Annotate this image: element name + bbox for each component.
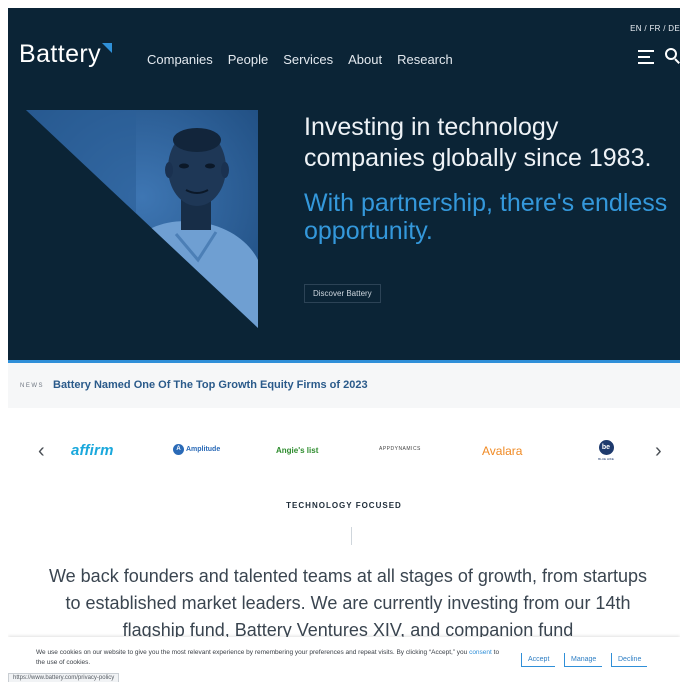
accept-cookies-button[interactable]: Accept xyxy=(521,653,556,667)
logo-blue-hike[interactable]: be BLUE HIKE xyxy=(594,440,618,461)
search-icon[interactable] xyxy=(665,48,680,64)
section-divider xyxy=(351,527,352,545)
hamburger-menu-icon[interactable] xyxy=(638,50,654,64)
main-nav: Companies People Services About Research xyxy=(147,52,453,67)
nav-companies[interactable]: Companies xyxy=(147,52,213,67)
nav-about[interactable]: About xyxy=(348,52,382,67)
cookie-text-start: We use cookies on our website to give yo… xyxy=(36,649,470,656)
chevron-right-icon[interactable]: › xyxy=(655,441,662,461)
decline-cookies-button[interactable]: Decline xyxy=(611,653,648,667)
nav-services[interactable]: Services xyxy=(283,52,333,67)
logo-mark-icon xyxy=(102,43,112,53)
status-bar-url: https://www.battery.com/privacy-policy xyxy=(8,673,120,682)
logo-avalara[interactable]: Avalara xyxy=(482,444,522,458)
news-headline-link[interactable]: Battery Named One Of The Top Growth Equi… xyxy=(53,379,368,391)
section-eyebrow: TECHNOLOGY FOCUSED xyxy=(286,501,402,510)
hero-portrait-image xyxy=(26,110,258,328)
logo-affirm[interactable]: affirm xyxy=(71,442,114,459)
hero-subline: With partnership, there's endless opport… xyxy=(304,189,668,245)
mission-statement: We back founders and talented teams at a… xyxy=(49,566,647,640)
discover-battery-button[interactable]: Discover Battery xyxy=(304,284,381,303)
manage-cookies-button[interactable]: Manage xyxy=(564,653,603,667)
amplitude-icon: A xyxy=(173,444,184,455)
logo-amplitude-text: Amplitude xyxy=(186,446,221,453)
portfolio-logo-carousel: ‹ affirm A Amplitude Angie's list APPDYN… xyxy=(8,408,680,498)
logo-angies-list[interactable]: Angie's list xyxy=(276,446,318,455)
blue-hike-caption: BLUE HIKE xyxy=(598,457,614,461)
chevron-left-icon[interactable]: ‹ xyxy=(38,441,45,461)
language-switcher[interactable]: EN / FR / DE xyxy=(630,24,680,33)
nav-people[interactable]: People xyxy=(228,52,268,67)
news-banner: NEWS Battery Named One Of The Top Growth… xyxy=(8,360,680,408)
logo-appdynamics[interactable]: APPDYNAMICS xyxy=(379,446,421,452)
consent-link[interactable]: consent xyxy=(469,649,492,656)
battery-logo[interactable]: Battery xyxy=(19,40,112,69)
hero-headline: Investing in technology companies global… xyxy=(304,113,652,172)
page: EN / FR / DE Battery Companies People Se… xyxy=(8,8,680,682)
logo-text: Battery xyxy=(19,40,101,68)
nav-research[interactable]: Research xyxy=(397,52,453,67)
hero-section: EN / FR / DE Battery Companies People Se… xyxy=(8,8,680,360)
news-label: NEWS xyxy=(20,383,44,389)
logo-amplitude[interactable]: A Amplitude xyxy=(173,444,220,455)
blue-hike-badge-icon: be xyxy=(598,440,614,455)
cookie-message: We use cookies on our website to give yo… xyxy=(36,648,506,668)
